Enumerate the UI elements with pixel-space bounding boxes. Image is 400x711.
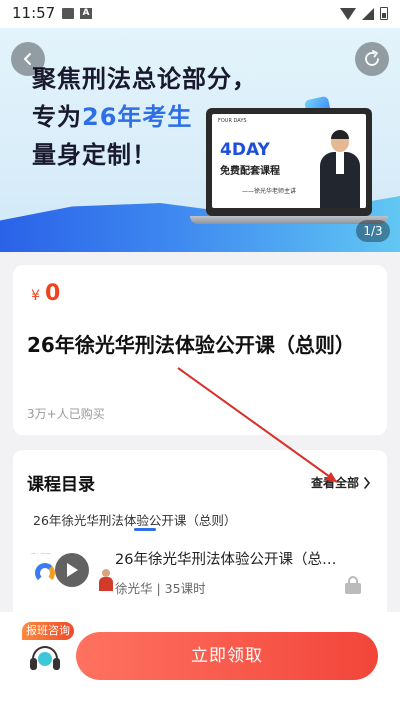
- claim-now-button[interactable]: 立即领取: [76, 632, 378, 680]
- chevron-right-icon: [364, 476, 371, 489]
- laptop-screen: FOUR DAYS 4DAY 免费配套课程 ——徐光华老师主讲: [212, 114, 366, 208]
- thumbnail-teacher: [99, 569, 113, 591]
- thumbnail-chart-graphic: [35, 563, 55, 583]
- share-icon: [365, 50, 379, 66]
- lesson-meta: 徐光华 | 35课时: [115, 581, 206, 596]
- tab-active-indicator: [134, 528, 156, 531]
- screen-big-text: 4DAY: [220, 140, 270, 160]
- notification-icons: A: [62, 8, 92, 19]
- a-icon: A: [80, 8, 92, 19]
- status-bar: 11:57 A: [0, 0, 400, 28]
- headline-prefix: 专为: [32, 103, 82, 131]
- signal-icon: [362, 7, 374, 20]
- banner-pager: 1/3: [356, 220, 390, 242]
- tab-course-section[interactable]: 26年徐光华刑法体验公开课（总则）: [33, 510, 236, 529]
- course-info-card: ¥ 0 26年徐光华刑法体验公开课（总则） 3万+人已购买: [13, 265, 387, 435]
- view-all-link[interactable]: 查看全部: [311, 474, 371, 491]
- consult-label: 报班咨询: [22, 622, 74, 640]
- promo-banner[interactable]: 聚焦刑法总论部分， 专为26年考生 量身定制！ FOUR DAYS 4DAY 免…: [0, 28, 400, 252]
- status-time: 11:57: [12, 4, 56, 22]
- laptop-illustration: FOUR DAYS 4DAY 免费配套课程 ——徐光华老师主讲: [206, 108, 372, 216]
- course-catalog-card: 课程目录 查看全部 26年徐光华刑法体验公开课（总则） — · —— 26年徐光…: [13, 450, 387, 620]
- catalog-heading: 课程目录: [27, 475, 95, 495]
- gallery-icon: [62, 8, 74, 19]
- headline-highlight: 26年考生: [82, 103, 193, 131]
- back-button[interactable]: [11, 42, 45, 76]
- price-amount: 0: [45, 281, 61, 306]
- screen-small-text: FOUR DAYS: [218, 118, 247, 124]
- course-title: 26年徐光华刑法体验公开课（总则）: [27, 333, 355, 357]
- buyer-count: 3万+人已购买: [27, 407, 105, 421]
- screen-teacher-text: ——徐光华老师主讲: [242, 188, 297, 195]
- battery-icon: [380, 7, 388, 20]
- consult-button[interactable]: 报班咨询: [22, 622, 74, 682]
- view-all-label: 查看全部: [310, 476, 359, 490]
- system-icons: [340, 7, 388, 20]
- headset-icon: [30, 646, 60, 670]
- wifi-icon: [340, 7, 356, 20]
- play-icon: [67, 563, 78, 577]
- lesson-thumbnail[interactable]: — · ——: [27, 545, 117, 597]
- price: ¥ 0: [31, 281, 60, 306]
- share-button[interactable]: [355, 42, 389, 76]
- screen-sub-text: 免费配套课程: [220, 166, 280, 177]
- bottom-action-bar: 报班咨询 立即领取: [0, 612, 400, 711]
- teacher-photo: [320, 128, 360, 208]
- lock-icon: [345, 576, 361, 594]
- play-button[interactable]: [55, 553, 89, 587]
- chevron-left-icon: [24, 53, 31, 65]
- currency-symbol: ¥: [31, 288, 40, 304]
- lesson-title[interactable]: 26年徐光华刑法体验公开课（总…: [115, 548, 355, 569]
- headline-line-1: 聚焦刑法总论部分，: [32, 65, 257, 93]
